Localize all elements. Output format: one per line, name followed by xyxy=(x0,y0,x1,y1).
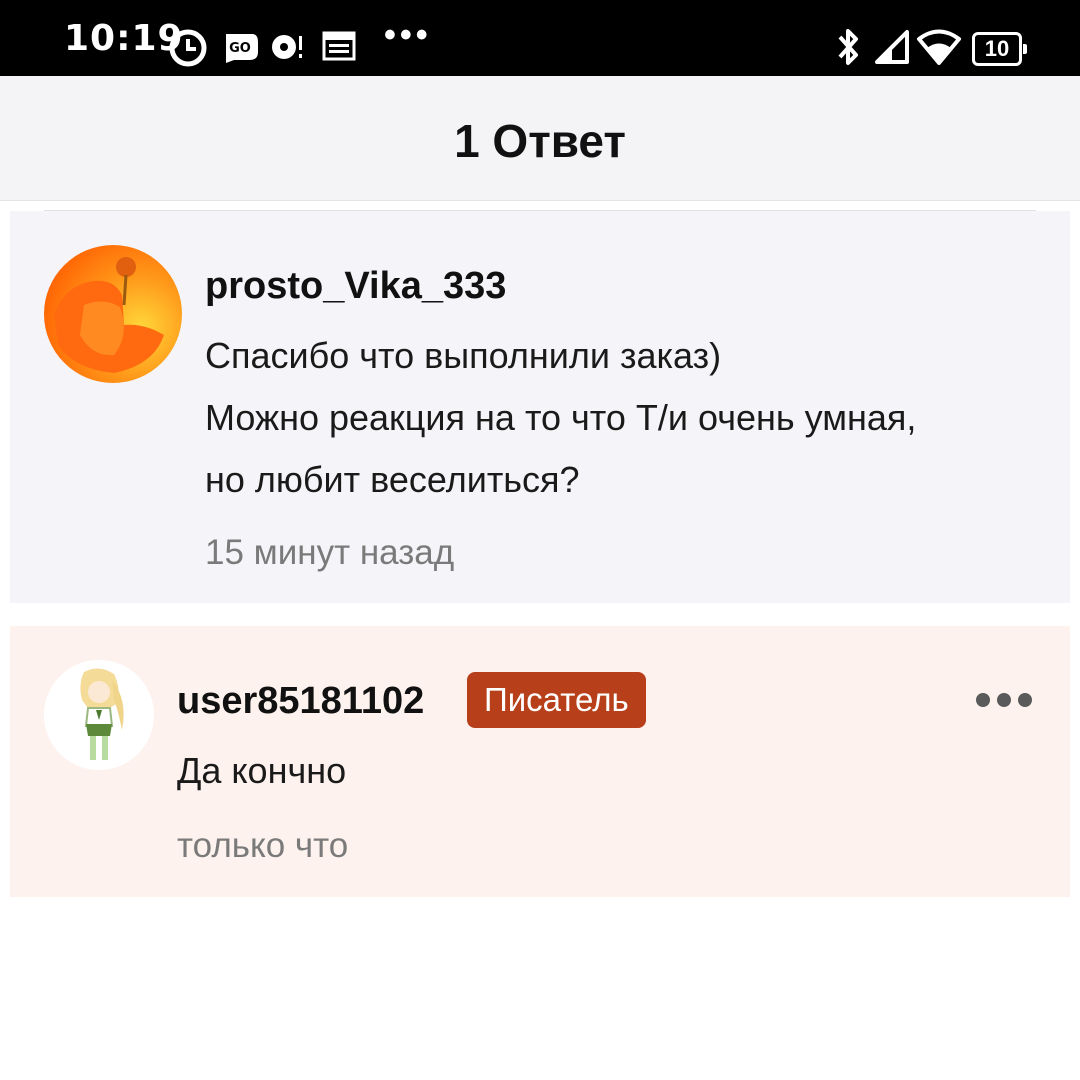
user-avatar[interactable] xyxy=(44,245,182,383)
status-time: 10:19 xyxy=(64,18,184,59)
svg-text:GO: GO xyxy=(229,41,251,56)
more-dot xyxy=(997,693,1011,707)
comment-timestamp: 15 минут назад xyxy=(205,533,455,572)
comment-card: prosto_Vika_333 Спасибо что выполнили за… xyxy=(10,211,1070,603)
avatar-image xyxy=(44,660,154,770)
calendar-icon xyxy=(322,31,356,61)
more-dot xyxy=(1018,693,1032,707)
wifi-icon xyxy=(917,29,961,65)
comment-text: Да кончно xyxy=(177,750,347,791)
comment-text: Спасибо что выполнили заказ) Можно реакц… xyxy=(205,335,917,500)
page-title: 1 Ответ xyxy=(454,115,626,167)
comment-card: user85181102 Писатель Да кончно только ч… xyxy=(10,626,1070,897)
status-bar: 10:19 GO ••• 10 xyxy=(0,0,1080,76)
clock-icon xyxy=(169,29,207,67)
comment-username[interactable]: user85181102 xyxy=(177,680,424,723)
comment-timestamp: только что xyxy=(177,826,349,865)
user-avatar[interactable] xyxy=(44,660,154,770)
more-dots-icon: ••• xyxy=(384,16,432,54)
go-icon: GO xyxy=(226,34,258,63)
more-options-icon[interactable] xyxy=(976,693,1032,707)
writer-badge: Писатель xyxy=(467,672,646,728)
page-header: 1 Ответ xyxy=(0,76,1080,201)
avatar-image xyxy=(44,245,182,383)
notification-icon xyxy=(272,35,302,59)
more-dot xyxy=(976,693,990,707)
bluetooth-icon xyxy=(838,29,858,65)
comment-username[interactable]: prosto_Vika_333 xyxy=(205,265,506,308)
battery-icon: 10 xyxy=(972,32,1027,66)
signal-icon xyxy=(875,30,909,64)
